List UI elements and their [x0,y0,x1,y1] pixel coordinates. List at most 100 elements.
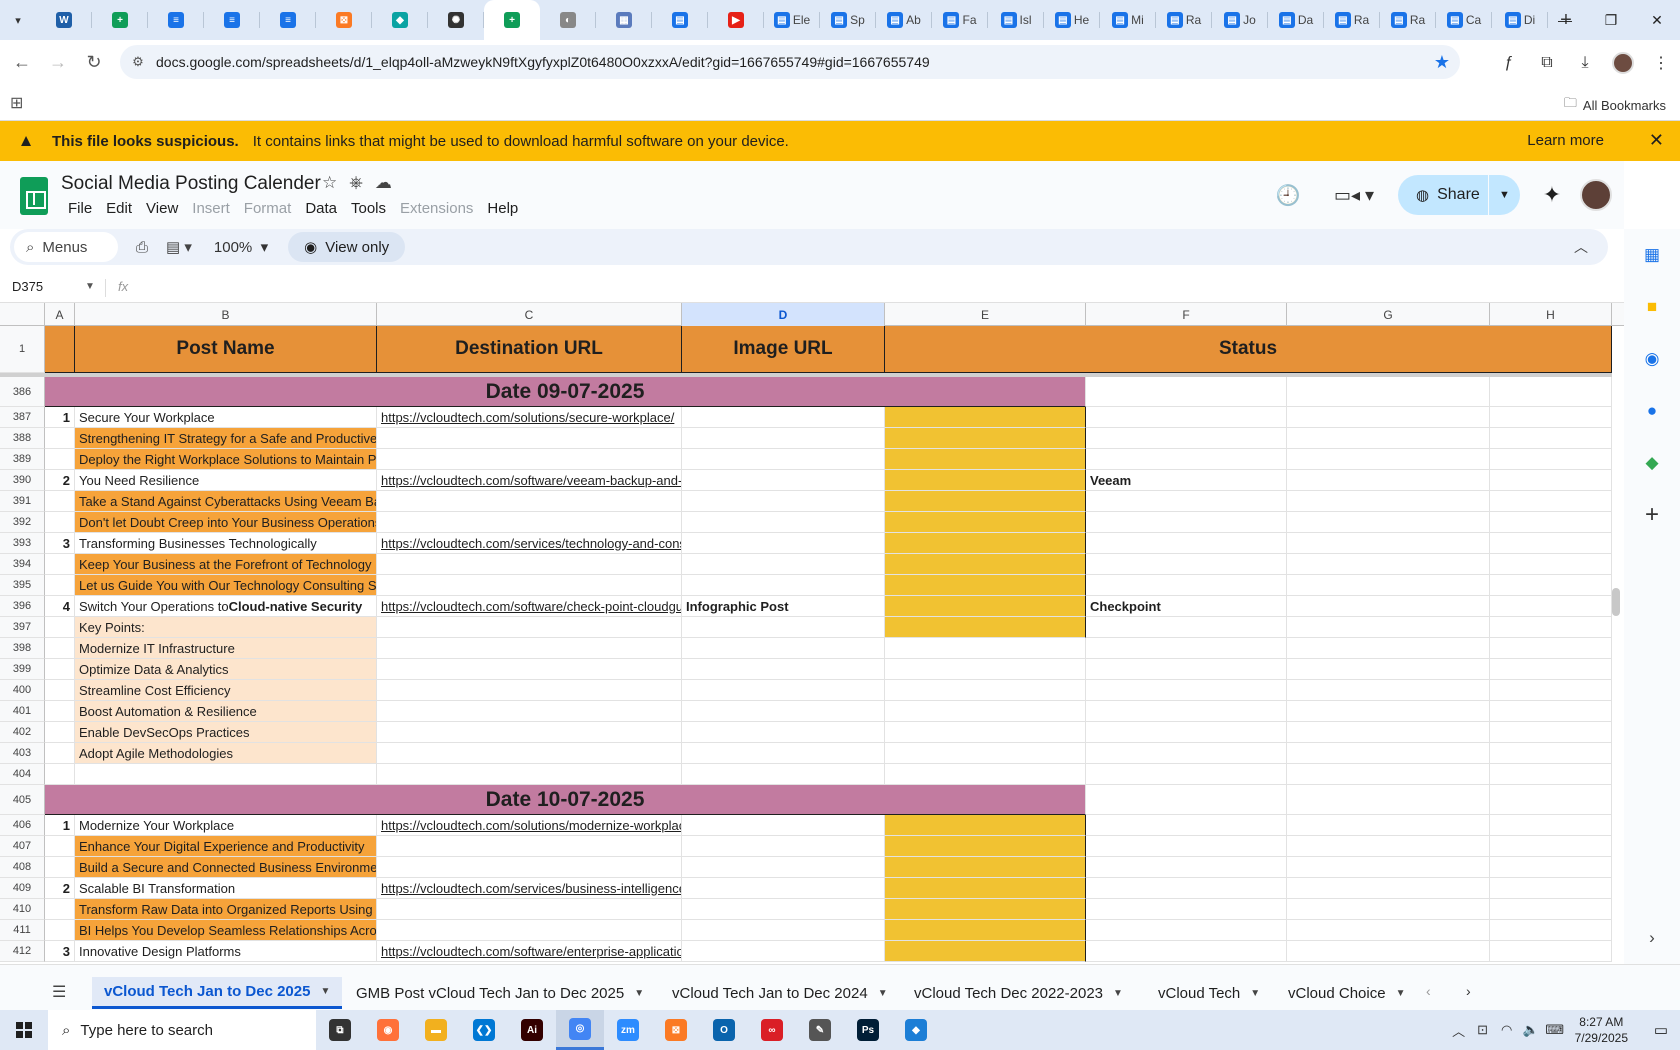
status-note-cell[interactable] [1086,878,1287,899]
cell-g[interactable] [1287,617,1490,638]
browser-tab[interactable]: ▤ Di [1492,0,1548,40]
wifi-icon[interactable]: ◠ [1495,1022,1519,1038]
post-number[interactable]: 2 [45,878,75,899]
menu-edit[interactable]: Edit [99,200,139,217]
row-header[interactable]: 387 [0,407,45,428]
header-destination-url[interactable]: Destination URL [377,326,682,373]
row-header[interactable]: 408 [0,857,45,878]
extensions-puzzle-icon[interactable]: ⧉ [1528,45,1566,81]
cell-g[interactable] [1287,575,1490,596]
destination-url-cell[interactable] [377,659,682,680]
status-note-cell[interactable] [1086,857,1287,878]
add-addon-icon[interactable]: + [1624,489,1680,541]
cell-g[interactable] [1287,596,1490,617]
status-note-cell[interactable] [1086,575,1287,596]
status-cell[interactable] [885,899,1086,920]
sheet-tab-dropdown-icon[interactable]: ▼ [634,988,644,999]
move-to-drive-icon[interactable]: ⎈ [349,173,363,193]
image-url-cell[interactable] [682,815,885,836]
cell-h[interactable] [1490,407,1612,428]
cell-h[interactable] [1490,920,1612,941]
row-header[interactable]: 411 [0,920,45,941]
destination-url-link[interactable]: https://vcloudtech.com/software/check-po… [381,599,681,614]
zoom-select[interactable]: 100% ▾ [214,238,268,256]
destination-url-cell[interactable]: https://vcloudtech.com/services/business… [377,878,682,899]
sheet-tab-dropdown-icon[interactable]: ▼ [878,988,888,999]
post-name-cell[interactable]: Streamline Cost Efficiency [75,680,377,701]
maps-icon[interactable]: ◆ [1624,437,1680,489]
name-box-dropdown-icon[interactable]: ▼ [85,281,95,292]
row-header[interactable]: 394 [0,554,45,575]
browser-tab[interactable]: ▤ He [1044,0,1100,40]
cell-g[interactable] [1287,722,1490,743]
cell-g[interactable] [1287,836,1490,857]
post-name-cell[interactable]: Modernize Your Workplace [75,815,377,836]
account-avatar[interactable] [1580,179,1612,211]
column-header-f[interactable]: F [1086,303,1287,326]
image-url-cell[interactable] [682,920,885,941]
cell-g[interactable] [1287,815,1490,836]
cell-g[interactable] [1287,407,1490,428]
cell-g[interactable] [1287,899,1490,920]
column-header-e[interactable]: E [885,303,1086,326]
status-cell[interactable] [885,857,1086,878]
header-status[interactable]: Status [885,326,1612,373]
column-header-d[interactable]: D [682,303,885,326]
destination-url-cell[interactable] [377,638,682,659]
meet-icon[interactable]: ▭◂ ▾ [1324,185,1384,206]
row-header[interactable]: 400 [0,680,45,701]
row-header[interactable]: 390 [0,470,45,491]
notifications-icon[interactable]: ▭ [1642,1021,1680,1039]
cell-g[interactable] [1287,878,1490,899]
status-cell[interactable] [885,941,1086,962]
status-note-cell[interactable] [1086,836,1287,857]
post-name-cell[interactable]: Take a Stand Against Cyberattacks Using … [75,491,377,512]
destination-url-cell[interactable] [377,554,682,575]
post-number[interactable] [45,575,75,596]
network-icon[interactable]: ⊡ [1471,1022,1495,1038]
browser-tab[interactable]: ▤ Ab [876,0,932,40]
status-note-cell[interactable] [1086,491,1287,512]
menu-extensions[interactable]: Extensions [393,200,480,217]
cell-g[interactable] [1287,638,1490,659]
cell-h[interactable] [1490,575,1612,596]
row-header[interactable]: 398 [0,638,45,659]
row-header[interactable]: 389 [0,449,45,470]
gemini-icon[interactable]: ✦ [1530,182,1574,208]
restore-icon[interactable]: ❐ [1588,0,1634,40]
image-url-cell[interactable] [682,617,885,638]
extension-icon[interactable]: ƒ [1490,45,1528,81]
destination-url-cell[interactable] [377,857,682,878]
taskbar-app[interactable]: ◉ [364,1010,412,1050]
cell-h[interactable] [1490,617,1612,638]
status-cell[interactable] [885,449,1086,470]
post-number[interactable]: 4 [45,596,75,617]
menu-view[interactable]: View [139,200,185,217]
post-number[interactable] [45,836,75,857]
status-cell[interactable] [885,836,1086,857]
post-name-cell[interactable]: Key Points: [75,617,377,638]
status-note-cell[interactable] [1086,764,1287,785]
browser-tab[interactable]: ✺ [428,0,484,40]
image-url-cell[interactable] [682,659,885,680]
post-number[interactable]: 3 [45,941,75,962]
image-url-cell[interactable] [682,941,885,962]
download-icon[interactable]: ⤓ [1566,45,1604,81]
menus-search[interactable]: ⌕ Menus [14,232,118,262]
post-name-cell[interactable]: Adopt Agile Methodologies [75,743,377,764]
destination-url-link[interactable]: https://vcloudtech.com/services/technolo… [381,536,681,551]
column-header-c[interactable]: C [377,303,682,326]
status-note-cell[interactable] [1086,428,1287,449]
status-cell[interactable] [885,407,1086,428]
image-url-cell[interactable] [682,680,885,701]
taskbar-search[interactable]: ⌕ Type here to search [48,1010,316,1050]
minimize-icon[interactable]: — [1542,0,1588,40]
sheet-tab-dropdown-icon[interactable]: ▼ [1113,988,1123,999]
post-number[interactable] [45,722,75,743]
cell-h[interactable] [1490,785,1612,815]
status-cell[interactable] [885,617,1086,638]
taskbar-app[interactable]: ✎ [796,1010,844,1050]
reload-icon[interactable]: ↻ [76,45,112,81]
image-url-cell[interactable] [682,764,885,785]
destination-url-cell[interactable]: https://vcloudtech.com/software/veeam-ba… [377,470,682,491]
